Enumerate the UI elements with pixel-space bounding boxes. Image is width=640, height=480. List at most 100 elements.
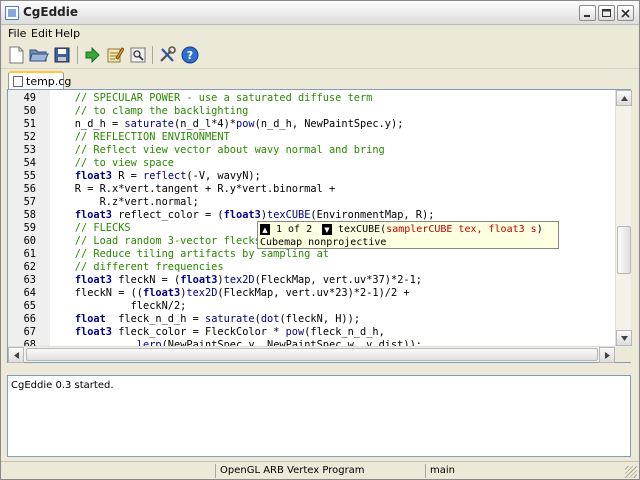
open-button[interactable] [28,44,50,66]
output-panel[interactable]: CgEddie 0.3 started. [7,375,631,457]
scroll-up-button[interactable] [616,90,632,106]
scroll-right-button[interactable] [599,347,615,363]
code-token: (fleck_n_d_h, [304,326,385,338]
arrow-right-icon [604,351,610,359]
horizontal-scroll-thumb[interactable] [26,348,598,361]
document-icon [13,76,23,87]
code-token: tex2D [186,287,218,299]
calltip-counter: 1 of 2 [276,224,313,235]
line-number: 52 [23,131,36,143]
arrow-left-icon [13,351,19,359]
line-number: 54 [23,157,36,169]
calltip-signature: texCUBE(samplerCUBE tex, float3 s) [338,223,543,236]
svg-text:?: ? [187,49,193,62]
arrow-down-icon [620,335,628,341]
code-token: R = [112,170,144,182]
close-icon [621,8,630,18]
code-token: // Reflect view vector about wavy normal… [50,144,385,156]
line-number: 57 [23,196,36,208]
code-token: float3 [223,209,261,221]
code-line: // REFLECTION ENVIRONMENT [50,131,230,144]
calltip-params: samplerCUBE tex, float3 s [386,224,537,235]
resize-grip[interactable] [625,466,637,478]
toolbar-separator [77,46,78,64]
code-token: lerp [136,339,162,346]
horizontal-scrollbar[interactable] [8,346,615,363]
minimize-button[interactable] [579,5,596,21]
vertical-scroll-thumb[interactable] [617,226,631,274]
vertical-scrollbar[interactable] [615,90,632,346]
code-token: // to clamp the backlighting [50,105,249,117]
new-file-icon [9,46,24,64]
status-cell-empty [1,464,215,478]
code-text-area[interactable]: // SPECULAR POWER - use a saturated diff… [50,90,615,346]
calltip-function: texCUBE( [338,224,387,235]
code-line: float3 fleck_color = FleckColor * pow(fl… [50,326,385,339]
save-button[interactable] [51,44,73,66]
line-number: 59 [23,222,36,234]
function-calltip: ▲ 1 of 2 ▼ texCUBE(samplerCUBE tex, floa… [257,221,559,249]
code-token: // Reduce tiling artifacts by sampling a… [50,248,329,260]
code-token: // SPECULAR POWER - use a saturated diff… [50,92,373,104]
tab-temp-cg[interactable]: temp.cg [8,71,71,90]
line-number-gutter: 49 50 51 52 53 54 55 56 57 58 59 60 61 62 63 64 65 66 67 68 [8,90,50,351]
code-token: // REFLECTION ENVIRONMENT [50,131,230,143]
find-button[interactable] [127,44,149,66]
menu-help[interactable]: Help [55,27,80,40]
code-token: texCUBE [267,209,311,221]
output-log-text: CgEddie 0.3 started. [11,380,114,391]
line-number: 56 [23,183,36,195]
tools-button[interactable] [156,44,178,66]
run-arrow-icon [85,47,100,63]
code-token: reflect_color = ( [112,209,224,221]
menu-edit[interactable]: Edit [31,27,52,40]
line-number: 63 [23,274,36,286]
code-token: pow [285,326,305,338]
line-number: 61 [23,248,36,260]
code-token: // Load random 3-vector flecks [50,235,261,247]
scrollbar-corner [615,346,631,362]
menu-file[interactable]: File [8,27,26,40]
code-token: dot [260,313,280,325]
new-file-button[interactable] [5,44,27,66]
toolbar-separator [152,46,153,64]
scroll-down-button[interactable] [616,330,632,346]
line-number: 65 [23,300,36,312]
line-number: 55 [23,170,36,182]
code-line: R.z*vert.normal; [50,196,199,209]
line-number: 58 [23,209,36,221]
calltip-next-button[interactable]: ▼ [322,224,332,235]
close-button[interactable] [617,5,634,21]
code-line: float3 R = reflect(-V, wavyN); [50,170,261,183]
code-line: float fleck_n_d_h = saturate(dot(fleckN,… [50,313,360,326]
code-token: (n_d_h, NewPaintSpec.y); [254,118,404,130]
scroll-left-button[interactable] [8,347,24,363]
status-bar: OpenGL ARB Vertex Program main [1,461,639,479]
code-token: tex2D [223,274,255,286]
run-button[interactable] [81,44,103,66]
title-bar[interactable]: CgEddie [1,1,639,25]
calltip-prev-button[interactable]: ▲ [260,224,270,235]
edit-button[interactable] [104,44,126,66]
code-token: R.z*vert.normal; [50,196,199,208]
code-line: // Reduce tiling artifacts by sampling a… [50,248,329,261]
arrow-up-icon [620,95,628,101]
code-token: fleck_n_d_h = [105,313,206,325]
app-window: CgEddie File Edit Help ? temp.cg 49 50 5… [0,0,640,480]
maximize-icon [602,8,611,17]
status-profile: OpenGL ARB Vertex Program [215,464,425,478]
line-number: 66 [23,313,36,325]
line-number: 50 [23,105,36,117]
calltip-close: ) [536,224,543,235]
code-token: saturate [124,118,175,130]
help-icon: ? [181,46,199,64]
app-icon [5,6,19,20]
help-button[interactable]: ? [179,44,201,66]
code-token: saturate [205,313,255,325]
code-token: // different frequencies [50,261,224,273]
maximize-button[interactable] [598,5,615,21]
code-line: float3 fleckN = (float3)tex2D(FleckMap, … [50,274,422,287]
